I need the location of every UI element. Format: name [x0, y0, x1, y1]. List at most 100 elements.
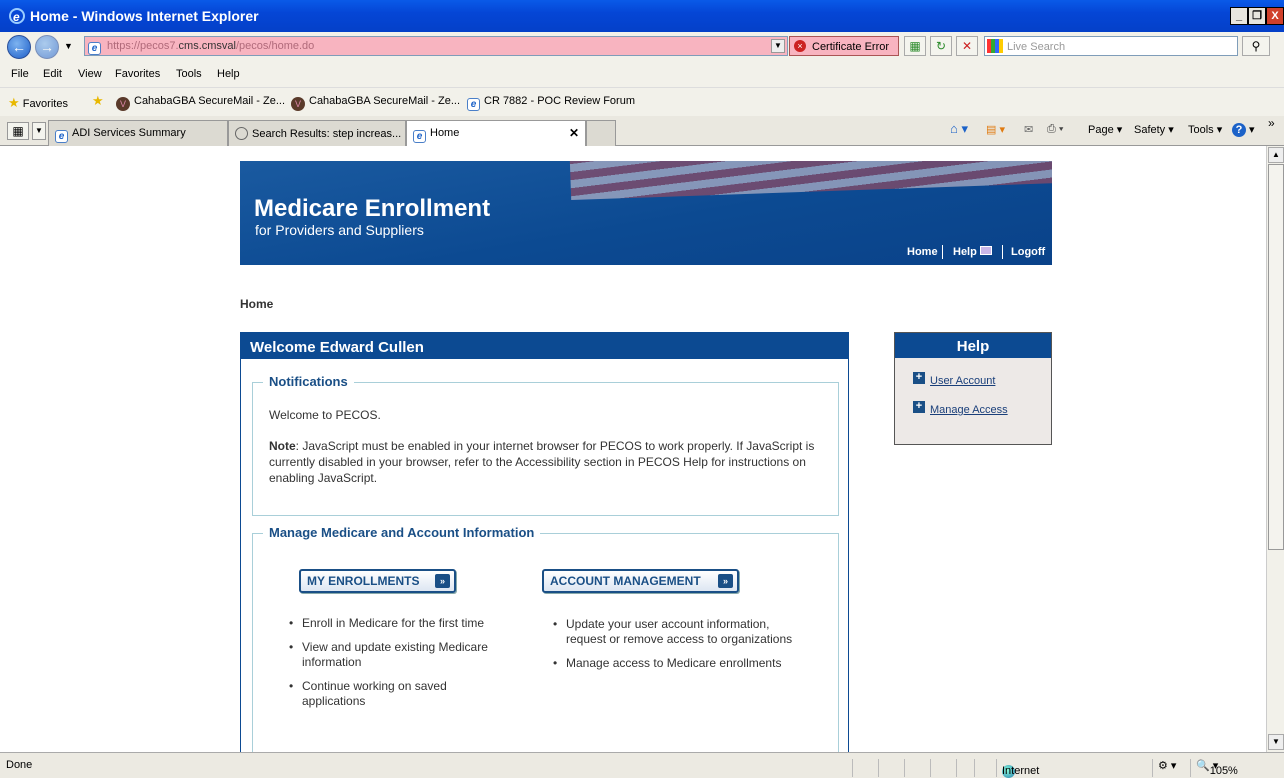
refresh-icon[interactable]: ↻	[930, 36, 952, 56]
status-text: Done	[6, 759, 33, 771]
nav-logoff-link[interactable]: Logoff	[1011, 246, 1045, 258]
favorite-item[interactable]: e CR 7882 - POC Review Forum	[467, 95, 635, 111]
shield-error-icon: ×	[794, 40, 806, 52]
scroll-down-icon[interactable]: ▼	[1268, 734, 1284, 750]
safety-menu-label: Safety	[1134, 124, 1166, 136]
favorites-bar: ★ Favorites ★ V CahabaGBA SecureMail - Ze…	[0, 88, 1284, 116]
zoom-control[interactable]: 🔍 105% ▾	[1196, 759, 1238, 777]
compatibility-view-icon[interactable]: ▦	[904, 36, 926, 56]
manage-section: Manage Medicare and Account Information …	[252, 525, 839, 752]
notifications-section: Notifications Welcome to PECOS. Note: Ja…	[252, 374, 839, 516]
loading-icon	[235, 127, 248, 140]
account-bullets: Update your user account information, re…	[553, 617, 803, 680]
status-divider	[956, 759, 957, 777]
address-url: https://pecos7.cms.cmsval/pecos/home.do	[107, 40, 315, 52]
menu-favorites[interactable]: Favorites	[115, 68, 160, 80]
protected-mode-icon[interactable]: ⚙ ▾	[1158, 759, 1176, 772]
tab-home[interactable]: e Home ✕	[406, 120, 586, 147]
nav-divider	[1002, 245, 1003, 259]
help-menu[interactable]: ? ▾	[1232, 123, 1255, 137]
cahaba-icon: V	[291, 97, 305, 111]
page-viewport: Medicare Enrollment for Providers and Su…	[0, 146, 1266, 752]
page-menu[interactable]: Page ▾	[1088, 123, 1122, 136]
chevron-more-icon[interactable]: »	[1268, 116, 1275, 130]
list-item: Enroll in Medicare for the first time	[289, 616, 499, 631]
account-management-button[interactable]: ACCOUNT MANAGEMENT »	[542, 569, 739, 593]
site-banner: Medicare Enrollment for Providers and Su…	[240, 161, 1052, 265]
status-divider	[852, 759, 853, 777]
help-link-manage-access[interactable]: Manage Access	[930, 404, 1008, 416]
my-enrollments-button[interactable]: MY ENROLLMENTS »	[299, 569, 456, 593]
scroll-thumb[interactable]	[1268, 164, 1284, 550]
list-item: Manage access to Medicare enrollments	[553, 656, 803, 671]
favorites-button[interactable]: ★ Favorites	[8, 95, 68, 111]
list-item: View and update existing Medicare inform…	[289, 640, 499, 670]
status-divider	[974, 759, 975, 777]
mail-icon[interactable]: ✉	[1024, 123, 1033, 136]
status-divider	[1152, 759, 1153, 777]
home-icon[interactable]: ⌂ ▾	[950, 121, 968, 137]
favorite-item[interactable]: V CahabaGBA SecureMail - Ze...	[291, 95, 460, 111]
menu-help[interactable]: Help	[217, 68, 240, 80]
svg-text:e: e	[13, 10, 20, 24]
security-zone-label: Internet	[1002, 765, 1040, 777]
ie-page-icon: e	[55, 130, 68, 143]
new-tab-button[interactable]	[586, 120, 616, 146]
address-dropdown-icon[interactable]: ▼	[771, 39, 785, 53]
tab-label: Home	[430, 127, 460, 139]
vertical-scrollbar[interactable]: ▲ ▼	[1266, 146, 1284, 752]
expand-plus-icon[interactable]: +	[913, 372, 925, 384]
close-tab-icon[interactable]: ✕	[569, 126, 579, 140]
nav-help-link[interactable]: Help	[953, 246, 992, 258]
back-button[interactable]: ←	[7, 35, 31, 59]
history-dropdown-icon[interactable]: ▼	[64, 41, 73, 51]
help-icon: ?	[1232, 123, 1246, 137]
maximize-button[interactable]: ❐	[1248, 7, 1266, 25]
nav-home-link[interactable]: Home	[907, 246, 938, 258]
add-favorite-icon[interactable]: ★	[92, 93, 104, 109]
certificate-error-button[interactable]: × Certificate Error	[789, 36, 899, 56]
tab-list-dropdown-icon[interactable]: ▼	[32, 122, 46, 140]
enrollment-bullets: Enroll in Medicare for the first time Vi…	[289, 616, 499, 718]
help-heading: Help	[895, 333, 1051, 358]
search-icon[interactable]: ⚲	[1242, 36, 1270, 56]
feeds-icon[interactable]: ▤ ▾	[986, 123, 1005, 136]
minimize-button[interactable]: _	[1230, 7, 1248, 25]
address-bar[interactable]: e https://pecos7.cms.cmsval/pecos/home.d…	[84, 36, 788, 56]
welcome-panel: Welcome Edward Cullen Notifications Welc…	[240, 332, 849, 752]
ie-page-icon: e	[467, 98, 480, 111]
menu-tools[interactable]: Tools	[176, 68, 202, 80]
star-icon: ★	[8, 95, 20, 110]
scroll-up-icon[interactable]: ▲	[1268, 147, 1284, 163]
tab-search-results[interactable]: Search Results: step increas...	[228, 120, 406, 146]
search-placeholder: Live Search	[1007, 41, 1066, 53]
safety-menu[interactable]: Safety ▾	[1134, 123, 1174, 136]
tools-menu[interactable]: Tools ▾	[1188, 123, 1222, 136]
menu-edit[interactable]: Edit	[43, 68, 62, 80]
welcome-message: Welcome to PECOS.	[269, 408, 381, 422]
forward-button[interactable]: →	[35, 35, 59, 59]
zoom-level: 105%	[1209, 765, 1238, 777]
menu-file[interactable]: File	[11, 68, 29, 80]
favorite-item-label: CahabaGBA SecureMail - Ze...	[309, 95, 461, 107]
welcome-heading: Welcome Edward Cullen	[241, 333, 848, 359]
status-divider	[930, 759, 931, 777]
stop-icon[interactable]: ✕	[956, 36, 978, 56]
quick-tabs-icon[interactable]: ▦	[7, 122, 29, 140]
tab-label: Search Results: step increas...	[252, 128, 402, 140]
status-divider	[878, 759, 879, 777]
window-title-bar: e Home - Windows Internet Explorer _ ❐ X	[0, 0, 1284, 32]
flag-graphic	[569, 161, 1052, 201]
search-box[interactable]: Live Search	[984, 36, 1238, 56]
help-link-user-account[interactable]: User Account	[930, 375, 995, 387]
window-title: Home - Windows Internet Explorer	[30, 8, 259, 24]
expand-plus-icon[interactable]: +	[913, 401, 925, 413]
favorite-item[interactable]: V CahabaGBA SecureMail - Ze...	[116, 95, 285, 111]
close-window-button[interactable]: X	[1266, 7, 1284, 25]
account-management-label: ACCOUNT MANAGEMENT	[550, 574, 701, 588]
help-window-icon	[979, 246, 992, 255]
tab-adi-services[interactable]: e ADI Services Summary	[48, 120, 228, 146]
menu-bar: File Edit View Favorites Tools Help	[0, 62, 1284, 88]
menu-view[interactable]: View	[78, 68, 102, 80]
print-icon[interactable]: ⎙ ▾	[1047, 123, 1063, 136]
